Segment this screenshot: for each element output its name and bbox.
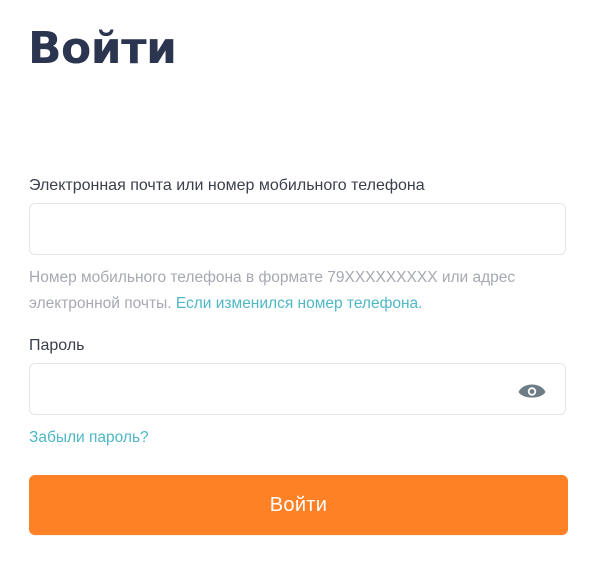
password-input[interactable] xyxy=(30,364,565,414)
login-button[interactable]: Войти xyxy=(29,475,568,535)
phone-changed-link[interactable]: Если изменился номер телефона. xyxy=(176,295,423,312)
email-label: Электронная почта или номер мобильного т… xyxy=(29,177,425,194)
password-field-container[interactable] xyxy=(29,363,566,415)
email-field-container[interactable] xyxy=(29,203,566,255)
email-input[interactable] xyxy=(30,204,565,254)
email-hint: Номер мобильного телефона в формате 79XX… xyxy=(29,265,569,317)
password-label: Пароль xyxy=(29,337,85,354)
forgot-password-link[interactable]: Забыли пароль? xyxy=(29,428,149,448)
eye-icon[interactable] xyxy=(517,379,547,401)
page-title: Войти xyxy=(28,23,177,74)
